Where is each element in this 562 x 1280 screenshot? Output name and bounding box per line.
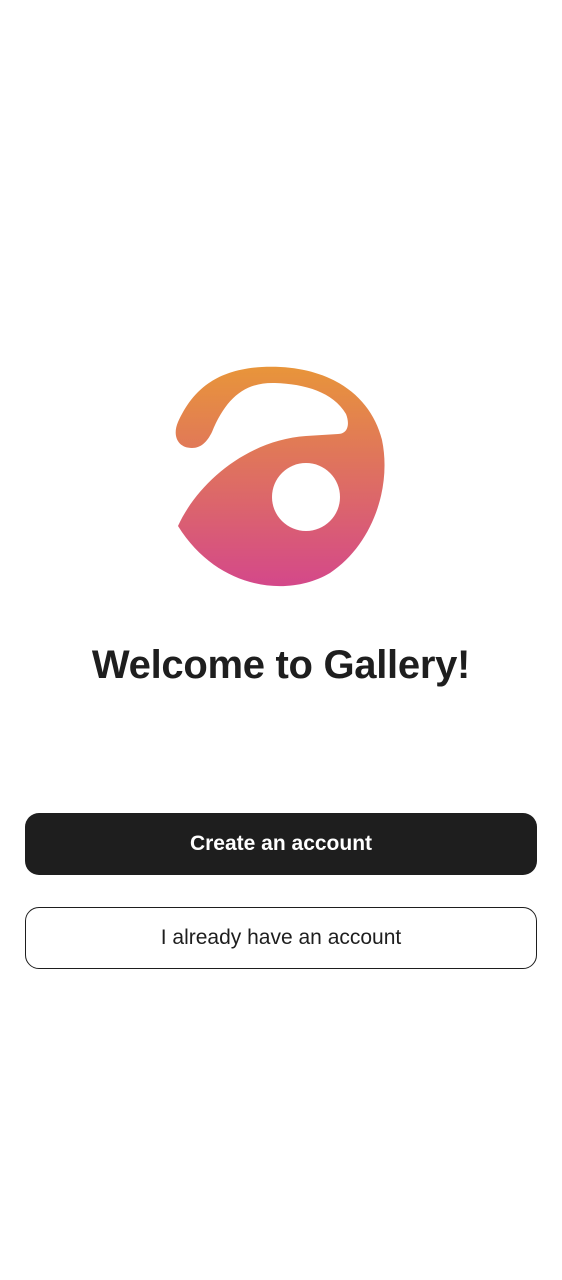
login-button[interactable]: I already have an account: [25, 907, 537, 969]
welcome-title: Welcome to Gallery!: [91, 643, 471, 687]
create-account-label: Create an account: [189, 832, 373, 855]
gallery-logo-icon: [168, 360, 394, 592]
login-label: I already have an account: [160, 926, 402, 949]
create-account-button[interactable]: Create an account: [25, 813, 537, 875]
welcome-screen: Welcome to Gallery! Create an account I …: [0, 0, 562, 1280]
